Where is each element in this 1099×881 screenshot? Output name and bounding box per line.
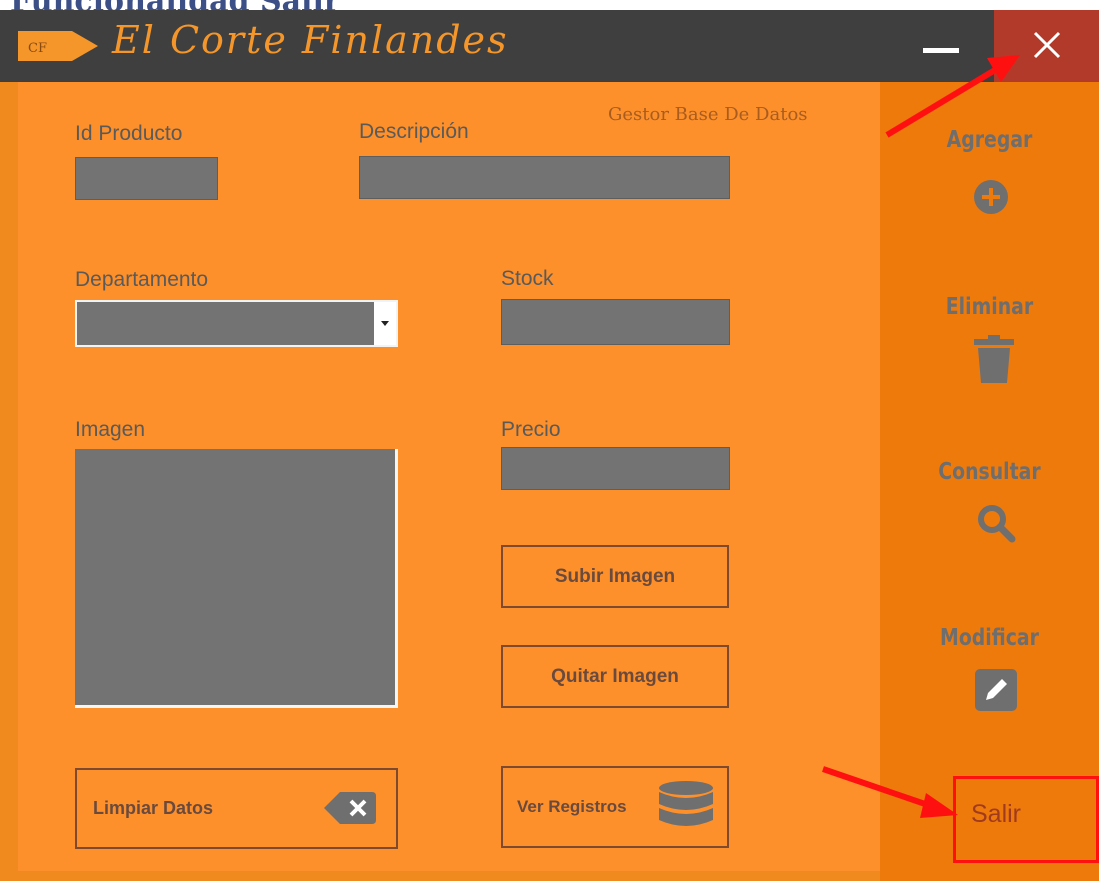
logo-text: CF [28,41,47,56]
chevron-down-icon [381,321,389,326]
minimize-icon [923,48,959,53]
sidebar-item-query[interactable]: Consultar [900,459,1080,485]
title-bar[interactable]: CF El Corte Finlandes [0,10,1099,82]
image-preview [75,449,398,708]
price-field[interactable] [501,447,730,490]
search-icon[interactable] [976,503,1016,543]
exit-button[interactable]: Salir [971,800,1021,829]
backspace-icon [324,792,376,824]
sidebar-item-modify[interactable]: Modificar [900,625,1080,651]
clear-data-button[interactable]: Limpiar Datos [75,768,398,849]
close-icon [1033,31,1061,59]
database-icon [659,781,713,826]
upload-image-label: Subir Imagen [554,565,676,587]
remove-image-button[interactable]: Quitar Imagen [501,645,729,708]
description-field[interactable] [359,156,730,199]
department-label: Departamento [75,268,209,291]
description-label: Descripción [359,120,469,143]
remove-image-label: Quitar Imagen [551,665,679,687]
sidebar-item-add[interactable]: Agregar [900,127,1080,153]
id-product-field[interactable] [75,157,218,200]
department-select[interactable] [75,300,398,347]
stock-label: Stock [501,267,554,290]
view-records-button[interactable]: Ver Registros [501,766,729,848]
sidebar-item-delete[interactable]: Eliminar [900,294,1080,320]
edit-icon[interactable] [975,669,1017,711]
logo: CF [14,27,102,65]
plus-circle-icon[interactable] [972,178,1010,216]
price-label: Precio [501,418,561,441]
id-product-label: Id Producto [75,122,183,145]
trash-icon[interactable] [974,335,1014,385]
app-subtitle: Gestor Base De Datos [608,104,808,125]
upload-image-button[interactable]: Subir Imagen [501,545,729,608]
app-title: El Corte Finlandes [112,18,509,62]
view-records-label: Ver Registros [517,797,627,816]
stock-field[interactable] [501,299,730,345]
close-button[interactable] [994,10,1099,82]
department-dropdown-button[interactable] [374,302,396,345]
image-label: Imagen [75,418,146,441]
clear-data-label: Limpiar Datos [93,798,214,818]
minimize-button[interactable] [905,10,985,82]
